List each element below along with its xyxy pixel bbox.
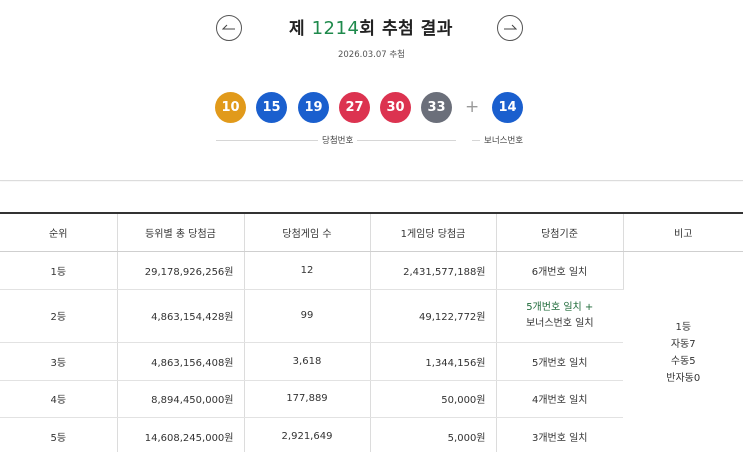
total-prize-cell: 4,863,156,408원: [117, 342, 245, 381]
note-line: 수동5: [670, 356, 696, 367]
total-prize-cell: 14,608,245,000원: [117, 417, 245, 452]
number-ball: 30: [380, 92, 411, 123]
prize-per-game-cell: 1,344,156원: [370, 342, 497, 381]
title-prefix: 제: [289, 19, 306, 39]
title-suffix: 회 추첨 결과: [359, 19, 453, 39]
winning-games-cell: 12: [244, 251, 371, 290]
draw-date: 2026.03.07 추첨: [337, 50, 405, 60]
table-header-row: 순위 등위별 총 당첨금 당첨게임 수 1게임당 당첨금 당첨기준 비고: [0, 212, 743, 252]
numbers-label: 당첨번호: [318, 134, 358, 146]
header-winning-games: 당첨게임 수: [244, 212, 371, 252]
next-round-button[interactable]: [497, 15, 523, 41]
criteria-line: 5개번호 일치 +: [526, 301, 594, 313]
prize-table: 순위 등위별 총 당첨금 당첨게임 수 1게임당 당첨금 당첨기준 비고 1등 …: [0, 212, 743, 452]
criteria-cell: 6개번호 일치: [496, 251, 624, 290]
page-title: 제 1214회 추첨 결과: [260, 14, 482, 39]
rank-cell: 1등: [0, 251, 118, 290]
previous-round-button[interactable]: [216, 15, 242, 41]
criteria-cell: 4개번호 일치: [496, 380, 623, 418]
total-prize-cell: 29,178,926,256원: [117, 251, 245, 290]
criteria-cell: 5개번호 일치 + 보너스번호 일치: [496, 289, 623, 343]
total-prize-cell: 8,894,450,000원: [117, 380, 245, 418]
winning-games-cell: 177,889: [244, 380, 371, 418]
header-prize-per-game: 1게임당 당첨금: [370, 212, 497, 252]
rank-cell: 2등: [0, 289, 118, 343]
arrow-left-icon: [222, 24, 235, 30]
bonus-ball: 14: [492, 92, 523, 123]
header-rank: 순위: [0, 212, 118, 252]
number-ball: 15: [256, 92, 287, 123]
winning-games-cell: 99: [244, 289, 371, 343]
prize-per-game-cell: 5,000원: [370, 417, 497, 452]
number-ball: 33: [421, 92, 452, 123]
rank-cell: 3등: [0, 342, 118, 381]
section-gap: [0, 182, 743, 212]
prize-per-game-cell: 49,122,772원: [370, 289, 497, 343]
prize-per-game-cell: 2,431,577,188원: [370, 251, 497, 290]
criteria-cell: 3개번호 일치: [496, 417, 623, 452]
plus-sign: +: [465, 97, 480, 117]
number-ball: 19: [298, 92, 329, 123]
round-number: 1214: [311, 18, 360, 39]
note-cell: 1등 자동7 수동5 반자동0: [623, 251, 743, 452]
criteria-line: 보너스번호 일치: [525, 317, 594, 329]
arrow-right-icon: [504, 24, 517, 30]
bonus-label: 보너스번호: [480, 134, 528, 146]
criteria-cell: 5개번호 일치: [496, 342, 623, 381]
note-line: 반자동0: [666, 373, 701, 384]
rank-cell: 5등: [0, 417, 118, 452]
prize-per-game-cell: 50,000원: [370, 380, 497, 418]
draw-summary-panel: 제 1214회 추첨 결과 2026.03.07 추첨 10 15 19 27 …: [0, 0, 743, 181]
total-prize-cell: 4,863,154,428원: [117, 289, 245, 343]
note-line: 자동7: [670, 339, 696, 350]
winning-games-cell: 2,921,649: [244, 417, 371, 452]
header-total-prize: 등위별 총 당첨금: [117, 212, 245, 252]
rank-cell: 4등: [0, 380, 118, 418]
number-ball: 27: [339, 92, 370, 123]
header-note: 비고: [623, 212, 743, 252]
table-row: 1등 29,178,926,256원 12 2,431,577,188원 6개번…: [0, 251, 743, 452]
winning-games-cell: 3,618: [244, 342, 371, 381]
number-ball: 10: [215, 92, 246, 123]
note-line: 1등: [675, 322, 692, 333]
header-criteria: 당첨기준: [496, 212, 624, 252]
